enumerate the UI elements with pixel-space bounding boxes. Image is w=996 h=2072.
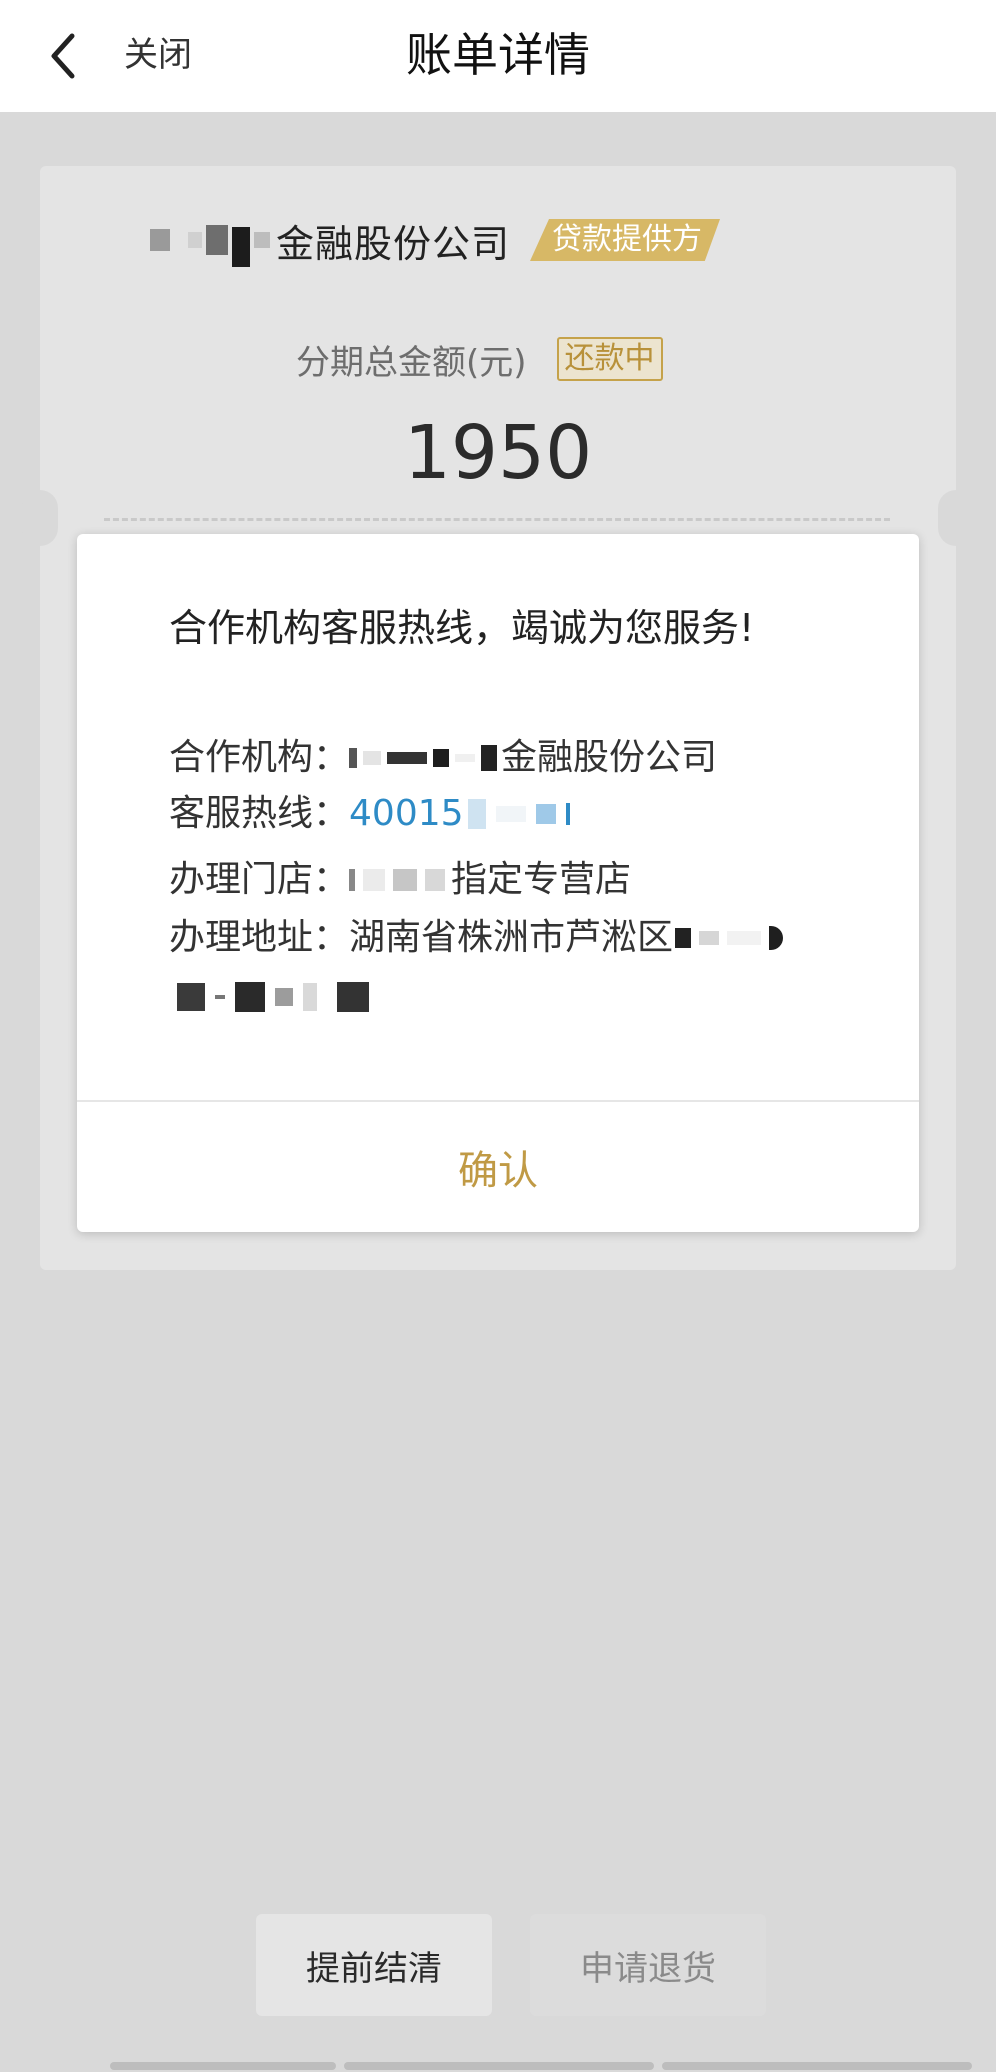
partner-label: 合作机构： bbox=[169, 737, 350, 778]
redacted-mosaic bbox=[467, 799, 570, 829]
store-label: 办理门店： bbox=[169, 859, 350, 900]
ticket-divider bbox=[104, 518, 890, 521]
redacted-mosaic bbox=[150, 213, 270, 267]
ticket-notch-left bbox=[22, 490, 58, 546]
amount-label-row: 分期总金额(元) 还款中 bbox=[296, 334, 663, 384]
navigation-bar: 关闭 账单详情 bbox=[0, 0, 996, 112]
ticket-notch-right bbox=[938, 490, 974, 546]
amount-label: 分期总金额(元) bbox=[296, 342, 527, 383]
redacted-mosaic bbox=[177, 982, 369, 1012]
early-settlement-button[interactable]: 提前结清 bbox=[256, 1914, 492, 2016]
hotline-label: 客服热线： bbox=[169, 793, 350, 834]
address-label: 办理地址： bbox=[169, 917, 350, 958]
info-row-store: 办理门店： 指定专营店 bbox=[169, 852, 849, 908]
redacted-mosaic bbox=[349, 869, 446, 891]
amount-value: 1950 bbox=[403, 410, 593, 496]
info-row-partner: 合作机构： 金融股份公司 bbox=[169, 730, 849, 786]
page-title: 账单详情 bbox=[406, 28, 590, 82]
home-indicator bbox=[110, 2062, 972, 2070]
partner-name: 金融股份公司 bbox=[501, 737, 718, 778]
info-row-address: 办理地址： 湖南省株洲市芦淞区 bbox=[169, 910, 849, 966]
address-value: 湖南省株洲市芦淞区 bbox=[349, 917, 674, 958]
request-return-button[interactable]: 申请退货 bbox=[530, 1914, 766, 2016]
contact-dialog: 合作机构客服热线，竭诚为您服务! 合作机构： 金融股份公司 客服热线： 4001… bbox=[77, 534, 919, 1232]
redacted-mosaic bbox=[675, 926, 784, 950]
info-row-hotline: 客服热线： 40015 bbox=[169, 786, 849, 842]
provider-name: 金融股份公司 bbox=[276, 221, 511, 266]
confirm-button[interactable]: 确认 bbox=[77, 1102, 919, 1232]
dialog-heading: 合作机构客服热线，竭诚为您服务! bbox=[169, 606, 755, 650]
redacted-mosaic bbox=[349, 745, 498, 771]
provider-badge: 贷款提供方 bbox=[530, 219, 721, 261]
provider-row: 金融股份公司 贷款提供方 bbox=[150, 213, 721, 267]
store-name: 指定专营店 bbox=[451, 859, 632, 900]
hotline-number[interactable]: 40015 bbox=[349, 786, 464, 842]
status-badge: 还款中 bbox=[556, 337, 663, 381]
